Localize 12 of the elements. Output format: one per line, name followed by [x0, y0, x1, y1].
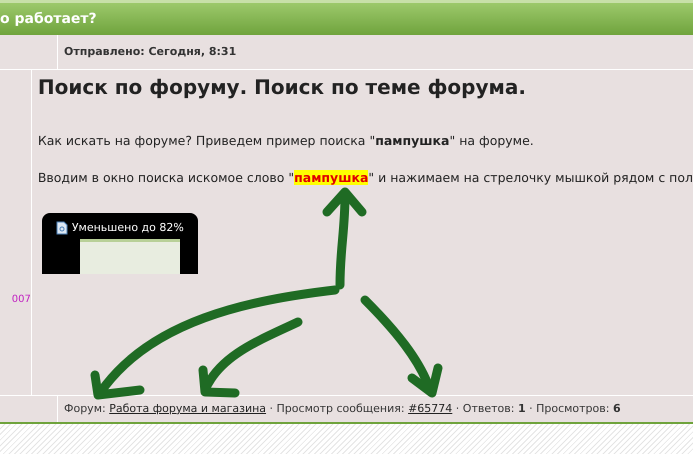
post-paragraph: Вводим в окно поиска искомое слово "пампушка" и нажимаем на стрелочку мышкой рядом с пол [38, 168, 693, 187]
forum-link[interactable]: Работа форума и магазина [109, 402, 266, 415]
image-file-icon [56, 220, 68, 235]
post-paragraph: Как искать на форуме? Приведем пример поиска "пампушка" на форуме. [38, 132, 535, 150]
thumbnail-caption: Уменьшено до 82% [72, 220, 184, 236]
post-date: Отправлено: Сегодня, 8:31 [64, 44, 236, 60]
author-info: 007 [12, 293, 31, 307]
topic-title: о работает? [0, 10, 97, 28]
image-thumbnail[interactable]: Уменьшено до 82% [42, 212, 198, 274]
post-heading: Поиск по форуму. Поиск по теме форума. [38, 74, 527, 101]
forum-link[interactable]: #65774 [408, 402, 452, 415]
post-info: Форум: Работа форума и магазина · Просмотр сообщения: #65774 · Ответов: 1 · Просмотров: 6 [64, 400, 621, 417]
